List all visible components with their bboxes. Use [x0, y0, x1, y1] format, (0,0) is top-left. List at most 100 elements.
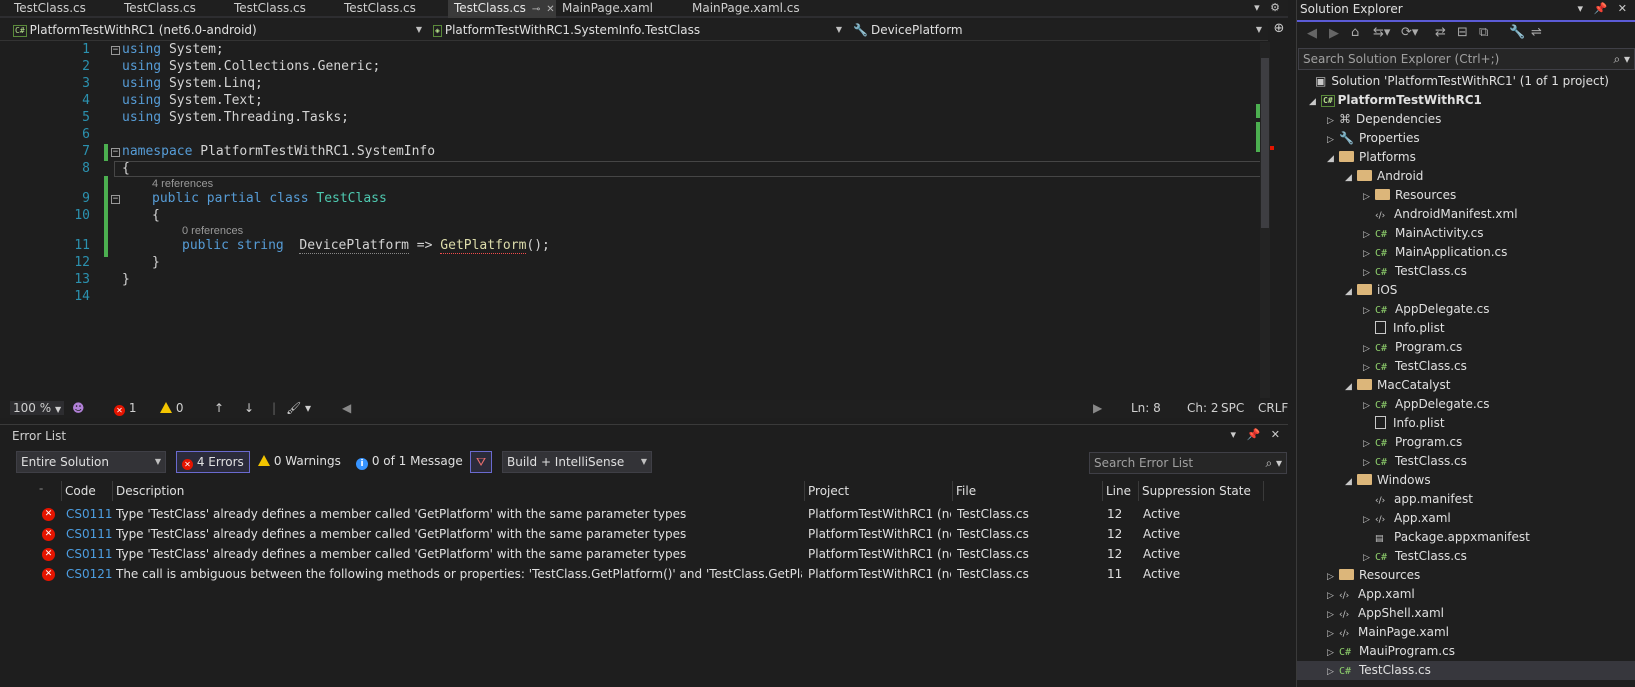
tree-item-mac-program[interactable]: ▷ C# Program.cs: [1363, 433, 1462, 452]
collapsed-arrow-icon[interactable]: ▷: [1327, 131, 1339, 149]
error-code-link[interactable]: CS0111: [66, 527, 113, 541]
close-icon[interactable]: ✕: [1618, 2, 1627, 15]
tree-item-android-testclass[interactable]: ▷ C# TestClass.cs: [1363, 262, 1467, 281]
tree-item-ios-infoplist[interactable]: Info.plist: [1363, 319, 1445, 338]
collapsed-arrow-icon[interactable]: ▷: [1363, 245, 1375, 263]
pin-icon[interactable]: ⊸: [532, 1, 540, 18]
collapsed-arrow-icon[interactable]: ▷: [1363, 454, 1375, 472]
expanded-arrow-icon[interactable]: ◢: [1345, 283, 1357, 301]
column-header-code[interactable]: Code: [62, 481, 113, 501]
properties-wrench-icon[interactable]: 🔧: [1509, 25, 1525, 40]
column-header-file[interactable]: File: [953, 481, 1103, 501]
collapsed-arrow-icon[interactable]: ▷: [1327, 568, 1339, 586]
split-editor-icon[interactable]: ⊕: [1270, 21, 1288, 40]
tree-item-appshell[interactable]: ▷ ‹/› AppShell.xaml: [1327, 604, 1444, 623]
tree-item-appxaml[interactable]: ▷ ‹/› App.xaml: [1327, 585, 1415, 604]
editor-vertical-scrollbar[interactable]: [1256, 42, 1274, 398]
tab-mainpage-xaml[interactable]: MainPage.xaml: [556, 0, 676, 18]
expanded-arrow-icon[interactable]: ◢: [1327, 150, 1339, 168]
errors-filter-button[interactable]: ✕ 4 Errors: [176, 451, 250, 473]
column-header-description[interactable]: Description: [113, 481, 805, 501]
collapsed-arrow-icon[interactable]: ▷: [1327, 112, 1339, 130]
error-list-search-input[interactable]: Search Error List ⌕ ▾: [1089, 452, 1287, 474]
column-header-suppression-state[interactable]: Suppression State: [1139, 481, 1264, 501]
tree-item-dependencies[interactable]: ▷ ⌘ Dependencies: [1327, 110, 1441, 129]
tree-item-mainpage[interactable]: ▷ ‹/› MainPage.xaml: [1327, 623, 1449, 642]
solution-explorer-search-input[interactable]: Search Solution Explorer (Ctrl+;) ⌕ ▾: [1298, 48, 1635, 70]
tree-item-ios[interactable]: ◢ iOS: [1345, 281, 1397, 300]
scrollbar-thumb[interactable]: [1261, 58, 1269, 228]
collapsed-arrow-icon[interactable]: ▷: [1327, 625, 1339, 643]
zoom-dropdown[interactable]: 100 % ▼: [10, 401, 65, 415]
collapsed-arrow-icon[interactable]: ▷: [1363, 511, 1375, 529]
tab-testclass-3[interactable]: TestClass.cs: [228, 0, 330, 18]
previous-issue-arrow-icon[interactable]: ↑: [214, 401, 224, 415]
next-issue-arrow-icon[interactable]: ↓: [244, 401, 254, 415]
line-ending-indicator[interactable]: CRLF: [1258, 401, 1288, 415]
whitespace-indicator[interactable]: SPC: [1221, 401, 1244, 415]
tree-item-windows[interactable]: ◢ Windows: [1345, 471, 1431, 490]
collapse-all-icon[interactable]: ⊟: [1457, 25, 1468, 40]
error-code-link[interactable]: CS0111: [66, 507, 113, 521]
settings-gear-icon[interactable]: ⚙: [1270, 1, 1280, 14]
tree-item-android[interactable]: ◢ Android: [1345, 167, 1423, 186]
expanded-arrow-icon[interactable]: ◢: [1345, 473, 1357, 491]
column-indicator[interactable]: Ch: 2: [1187, 401, 1218, 415]
switch-views-icon[interactable]: ⇆▾: [1373, 25, 1390, 40]
collapsed-arrow-icon[interactable]: ▷: [1363, 397, 1375, 415]
tree-item-ios-program[interactable]: ▷ C# Program.cs: [1363, 338, 1462, 357]
tree-item-ios-appdelegate[interactable]: ▷ C# AppDelegate.cs: [1363, 300, 1490, 319]
tree-item-mainapplication[interactable]: ▷ C# MainApplication.cs: [1363, 243, 1507, 262]
expanded-arrow-icon[interactable]: ◢: [1345, 378, 1357, 396]
search-icon[interactable]: ⌕ ▾: [1613, 49, 1630, 69]
tab-dropdown-icon[interactable]: ▾: [1254, 1, 1260, 14]
tree-item-mauiprogram[interactable]: ▷ C# MauiProgram.cs: [1327, 642, 1455, 661]
scroll-right-icon[interactable]: ▶: [1093, 401, 1102, 415]
tree-item-app-manifest[interactable]: ‹/› app.manifest: [1363, 490, 1473, 509]
close-icon[interactable]: ✕: [1271, 428, 1280, 441]
tab-testclass-4[interactable]: TestClass.cs: [338, 0, 440, 18]
tree-item-maccatalyst[interactable]: ◢ MacCatalyst: [1345, 376, 1451, 395]
tab-mainpage-xaml-cs[interactable]: MainPage.xaml.cs: [686, 0, 826, 18]
expanded-arrow-icon[interactable]: ◢: [1345, 169, 1357, 187]
tree-item-solution[interactable]: ▣ Solution 'PlatformTestWithRC1' (1 of 1 …: [1303, 72, 1609, 91]
sync-icon[interactable]: ⇄: [1435, 25, 1446, 40]
pin-icon[interactable]: 📌: [1594, 2, 1608, 15]
collapsed-arrow-icon[interactable]: ▷: [1327, 587, 1339, 605]
tree-item-resources[interactable]: ▷ Resources: [1327, 566, 1420, 585]
collapsed-arrow-icon[interactable]: ▷: [1363, 302, 1375, 320]
error-count[interactable]: ✕ 1: [114, 401, 136, 416]
health-icon[interactable]: ☻: [72, 401, 85, 415]
tab-testclass-active[interactable]: TestClass.cs ⊸ ✕: [448, 0, 556, 18]
home-icon[interactable]: ⌂: [1351, 25, 1359, 40]
build-filter-dropdown[interactable]: Build + IntelliSense ▼: [502, 451, 652, 473]
filter-icon[interactable]: ⛛: [470, 451, 492, 473]
collapsed-arrow-icon[interactable]: ▷: [1363, 359, 1375, 377]
codelens-references[interactable]: 0 references: [182, 225, 243, 237]
tab-testclass-1[interactable]: TestClass.cs: [8, 0, 110, 18]
collapsed-arrow-icon[interactable]: ▷: [1327, 644, 1339, 662]
project-dropdown[interactable]: C# PlatformTestWithRC1 (net6.0-android) ▼: [10, 21, 426, 40]
tree-item-mainactivity[interactable]: ▷ C# MainActivity.cs: [1363, 224, 1483, 243]
search-icon[interactable]: ⌕ ▾: [1265, 453, 1282, 473]
table-row[interactable]: ✕ CS0111 Type 'TestClass' already define…: [0, 545, 1288, 565]
close-icon[interactable]: ✕: [546, 1, 554, 18]
line-indicator[interactable]: Ln: 8: [1131, 401, 1161, 415]
forward-icon[interactable]: ▶: [1329, 26, 1339, 41]
codelens-references[interactable]: 4 references: [152, 178, 213, 190]
column-header-project[interactable]: Project: [805, 481, 953, 501]
collapsed-arrow-icon[interactable]: ▷: [1327, 606, 1339, 624]
tree-item-project[interactable]: ◢ C# PlatformTestWithRC1: [1309, 91, 1482, 110]
tree-item-package-appxmanifest[interactable]: ▤ Package.appxmanifest: [1363, 528, 1530, 547]
tree-item-mac-testclass[interactable]: ▷ C# TestClass.cs: [1363, 452, 1467, 471]
tree-item-androidmanifest[interactable]: ‹/› AndroidManifest.xml: [1363, 205, 1518, 224]
messages-filter-button[interactable]: i 0 of 1 Message: [356, 451, 463, 473]
column-header-severity[interactable]: ⁼: [36, 481, 62, 501]
table-row[interactable]: ✕ CS0111 Type 'TestClass' already define…: [0, 525, 1288, 545]
back-icon[interactable]: ◀: [1307, 26, 1317, 41]
collapse-icon[interactable]: −: [111, 46, 120, 55]
scope-dropdown[interactable]: Entire Solution ▼: [16, 451, 166, 473]
tree-item-platforms[interactable]: ◢ Platforms: [1327, 148, 1416, 167]
member-dropdown[interactable]: 🔧 DevicePlatform ▼: [850, 21, 1266, 40]
warning-count[interactable]: 0: [160, 401, 183, 415]
